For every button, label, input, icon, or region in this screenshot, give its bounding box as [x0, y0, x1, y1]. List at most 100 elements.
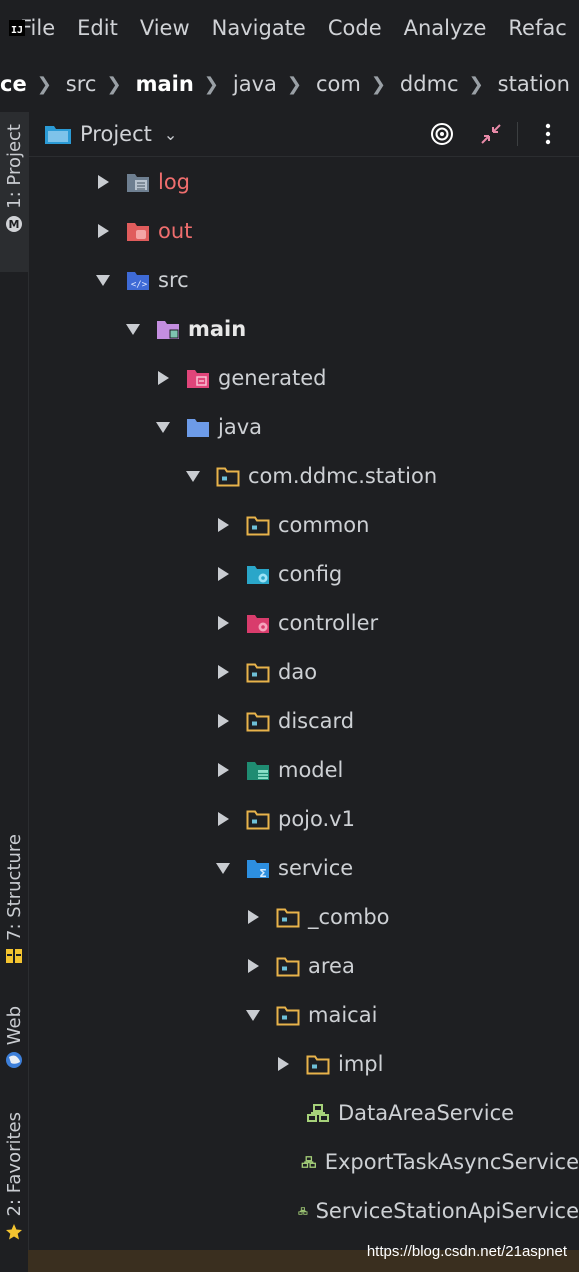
collapse-arrow-icon[interactable] [246, 1008, 260, 1022]
tree-node-label: dao [278, 659, 318, 684]
breadcrumb-item[interactable]: main [126, 72, 204, 96]
tree-node-label: DataAreaService [338, 1100, 515, 1125]
tree-node-label: ServiceStationApiService [315, 1198, 579, 1223]
tree-node-label: config [278, 561, 343, 586]
tool-favorites[interactable]: 2: Favorites [0, 1112, 28, 1252]
expand-arrow-icon[interactable] [276, 1056, 290, 1071]
tree-node-label: service [278, 855, 354, 880]
menu-refactor[interactable]: Refac [508, 16, 566, 40]
tree-node-common[interactable]: common [28, 500, 579, 549]
interface-icon [301, 1155, 317, 1168]
tree-node-label: ExportTaskAsyncService [324, 1149, 579, 1174]
tree-node-area[interactable]: area [28, 941, 579, 990]
tree-node-config[interactable]: config [28, 549, 579, 598]
tree-node-label: area [308, 953, 355, 978]
menu-analyze[interactable]: Analyze [404, 16, 487, 40]
expand-arrow-icon[interactable] [216, 615, 230, 630]
tree-node-controller[interactable]: controller [28, 598, 579, 647]
tree-node-label: common [278, 512, 370, 537]
tree-node-generated[interactable]: generated [28, 353, 579, 402]
collapse-arrow-icon[interactable] [126, 322, 140, 336]
tree-node-label: maicai [308, 1002, 378, 1027]
tree-node-com-ddmc-station[interactable]: com.ddmc.station [28, 451, 579, 500]
menu-edit[interactable]: Edit [77, 16, 118, 40]
expand-arrow-icon[interactable] [156, 370, 170, 385]
tree-node-out[interactable]: out [28, 206, 579, 255]
collapse-arrow-icon[interactable] [186, 469, 200, 483]
menu-navigate[interactable]: Navigate [212, 16, 306, 40]
package-icon [246, 663, 270, 682]
tree-node-label: generated [218, 365, 327, 390]
expand-arrow-icon[interactable] [216, 664, 230, 679]
tree-node-combo[interactable]: _combo [28, 892, 579, 941]
folder-log-icon [127, 173, 149, 192]
divider [517, 122, 518, 146]
tree-node-label: discard [278, 708, 355, 733]
tree-node-exporttaskasyncservice[interactable]: ExportTaskAsyncService [28, 1137, 579, 1186]
project-panel-title[interactable]: Project [80, 122, 152, 146]
svg-text:Σ: Σ [259, 867, 267, 879]
tool-structure[interactable]: 7: Structure [0, 834, 28, 974]
tree-node-model[interactable]: model [28, 745, 579, 794]
tree-node-label: src [158, 267, 189, 292]
tree-node-label: controller [278, 610, 379, 635]
expand-arrow-icon[interactable] [216, 811, 230, 826]
tree-node-dataareaservice[interactable]: DataAreaService [28, 1088, 579, 1137]
tool-project[interactable]: 1: Project M [0, 112, 28, 272]
tree-node-discard[interactable]: discard [28, 696, 579, 745]
breadcrumb-item[interactable]: com [306, 72, 371, 96]
collapse-arrow-icon[interactable] [216, 861, 230, 875]
tree-node-label: model [278, 757, 344, 782]
tree-node-service[interactable]: Σservice [28, 843, 579, 892]
collapse-arrow-icon[interactable] [156, 420, 170, 434]
tree-node-label: _combo [308, 904, 390, 929]
expand-arrow-icon[interactable] [96, 174, 110, 189]
breadcrumb-item[interactable]: ddmc [390, 72, 469, 96]
breadcrumb-item[interactable]: station [488, 72, 579, 96]
collapse-arrow-icon[interactable] [96, 273, 110, 287]
chevron-right-icon: ❯ [36, 73, 52, 95]
package-icon [246, 810, 270, 829]
menu-code[interactable]: Code [328, 16, 382, 40]
expand-arrow-icon[interactable] [216, 566, 230, 581]
tree-node-src[interactable]: </> src [28, 255, 579, 304]
tree-node-label: impl [338, 1051, 384, 1076]
breadcrumb-item[interactable]: java [223, 72, 287, 96]
breadcrumb-item[interactable]: ce [0, 72, 37, 96]
tree-node-java[interactable]: java [28, 402, 579, 451]
tree-node-label: main [188, 316, 247, 341]
tree-node-label: java [218, 414, 262, 439]
tree-node-main[interactable]: main [28, 304, 579, 353]
more-options-icon[interactable] [534, 120, 562, 148]
tree-node-label: log [158, 169, 191, 194]
expand-arrow-icon[interactable] [246, 909, 260, 924]
tree-node-impl[interactable]: impl [28, 1039, 579, 1088]
locate-target-icon[interactable] [428, 120, 456, 148]
chevron-right-icon: ❯ [468, 73, 484, 95]
tree-node-servicestationapiservice[interactable]: ServiceStationApiService [28, 1186, 579, 1235]
menu-file[interactable]: File [20, 16, 55, 40]
tool-web[interactable]: Web [0, 1006, 28, 1080]
folder-config-icon [247, 565, 269, 584]
expand-arrow-icon[interactable] [216, 713, 230, 728]
tree-node-dao[interactable]: dao [28, 647, 579, 696]
breadcrumb-item[interactable]: src [56, 72, 107, 96]
tree-node-log[interactable]: log [28, 157, 579, 206]
folder-source-icon: </> [127, 271, 149, 290]
maven-icon: M [6, 215, 22, 232]
menu-bar: IJ File Edit View Navigate Code Analyze … [0, 0, 579, 56]
project-folder-icon [45, 126, 71, 144]
expand-arrow-icon[interactable] [216, 762, 230, 777]
tree-node-label: pojo.v1 [278, 806, 355, 831]
tree-node-maicai[interactable]: maicai [28, 990, 579, 1039]
tree-node-pojo-v1[interactable]: pojo.v1 [28, 794, 579, 843]
chevron-down-icon[interactable]: ⌄ [164, 125, 177, 144]
menu-view[interactable]: View [140, 16, 190, 40]
expand-arrow-icon[interactable] [246, 958, 260, 973]
folder-model-icon [247, 761, 269, 780]
expand-arrow-icon[interactable] [216, 517, 230, 532]
star-icon [6, 1223, 22, 1240]
collapse-all-icon[interactable] [477, 120, 505, 148]
expand-arrow-icon[interactable] [96, 223, 110, 238]
interface-icon [307, 1103, 329, 1122]
